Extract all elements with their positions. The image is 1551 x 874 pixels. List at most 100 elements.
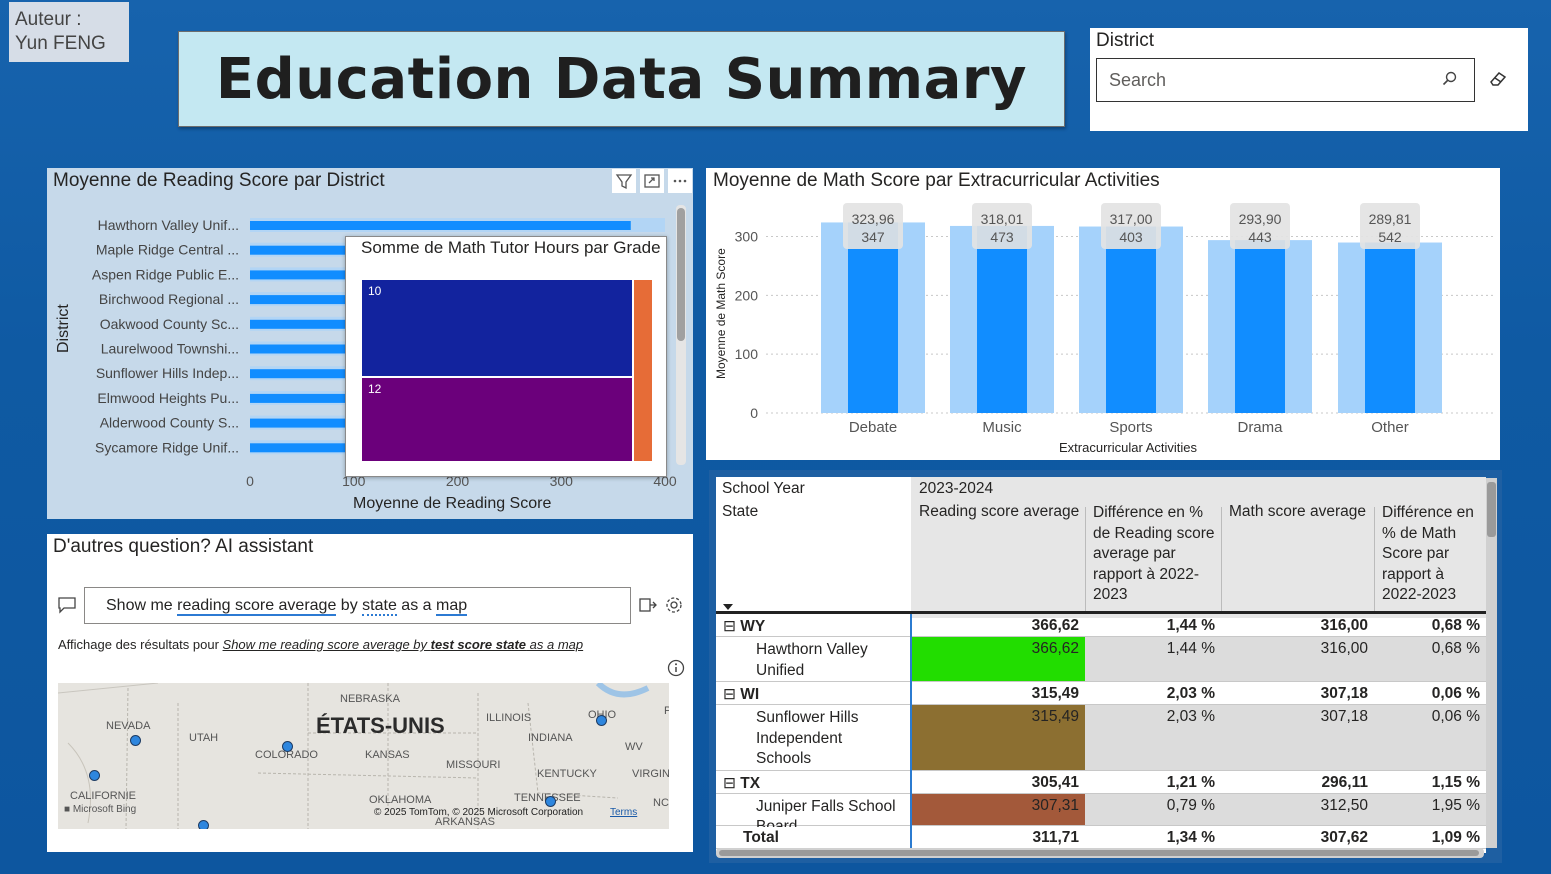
col-math-avg[interactable]: Math score average xyxy=(1229,503,1366,521)
value-cell: 307,31 xyxy=(1031,796,1079,814)
reading-chart-scroll-thumb[interactable] xyxy=(677,208,685,341)
reading-chart-scrollbar[interactable] xyxy=(676,205,686,465)
category-label: Aspen Ridge Public E... xyxy=(92,266,239,282)
y-tick-label: 300 xyxy=(735,229,759,245)
map-point[interactable] xyxy=(89,770,100,781)
data-label-secondary: 542 xyxy=(1378,229,1402,245)
reading-bar[interactable] xyxy=(250,221,631,230)
district-name: Hawthorn Valley Unified xyxy=(756,640,868,683)
value-cell: 1,44 % xyxy=(1166,640,1215,657)
value-cell: 0,79 % xyxy=(1166,796,1215,814)
math-bar[interactable] xyxy=(1235,240,1285,413)
treemap-tile-other[interactable] xyxy=(634,280,652,461)
map-point[interactable] xyxy=(282,741,293,752)
category-label: Sunflower Hills Indep... xyxy=(96,365,239,381)
collapse-toggle-icon[interactable]: ⊟ xyxy=(723,775,740,792)
map-label: CALIFORNIE xyxy=(70,790,137,802)
math-bar[interactable] xyxy=(1365,242,1415,413)
map-label: INDIANA xyxy=(528,732,573,744)
value-cell: 0,68 % xyxy=(1431,640,1480,657)
collapse-toggle-icon[interactable]: ⊟ xyxy=(723,618,740,635)
y-tick-label: 0 xyxy=(750,405,758,421)
map-label: VIRGIN xyxy=(632,768,669,780)
scroll-thumb[interactable] xyxy=(1487,482,1496,537)
value-cell: 315,49 xyxy=(1031,685,1079,702)
query-part: Show me xyxy=(106,597,178,614)
collapse-toggle-icon[interactable]: ⊟ xyxy=(723,686,740,703)
state-row[interactable]: ⊟ WY 366,62 1,44 % 316,00 0,68 % xyxy=(716,614,1486,637)
category-label: Debate xyxy=(849,419,897,436)
map-point[interactable] xyxy=(130,735,141,746)
col-line: Score par xyxy=(1382,545,1450,562)
qa-input[interactable]: Show me reading score average by state a… xyxy=(84,587,631,624)
us-map[interactable]: NEBRASKA NEVADA UTAH COLORADO KANSAS ILL… xyxy=(58,683,669,829)
value-cell: 316,00 xyxy=(1320,617,1368,634)
map-point[interactable] xyxy=(596,715,607,726)
district-name-line: Independent xyxy=(756,729,843,747)
math-bar[interactable] xyxy=(1106,226,1156,413)
map-point[interactable] xyxy=(545,796,556,807)
row-header-state: State xyxy=(722,503,759,520)
x-tick-label: 0 xyxy=(246,473,254,489)
map-label: WV xyxy=(625,741,643,753)
math-score-chart[interactable]: Moyenne de Math Score par Extracurricula… xyxy=(706,168,1500,460)
treemap-tile-12[interactable]: 12 xyxy=(362,378,632,461)
info-icon[interactable] xyxy=(667,659,685,677)
matrix-vertical-scrollbar[interactable] xyxy=(1486,478,1497,848)
map-point[interactable] xyxy=(198,820,209,829)
state-label: WI xyxy=(740,686,760,703)
category-label: Music xyxy=(982,419,1022,436)
col-math-diff[interactable]: Différence en % de Math Score par rappor… xyxy=(1382,503,1474,606)
district-name: Sunflower Hills Independent Schools xyxy=(756,708,859,772)
state-row[interactable]: ⊟ WI 315,49 2,03 % 307,18 0,06 % xyxy=(716,682,1486,705)
add-visual-icon[interactable] xyxy=(638,595,658,615)
value-cell: 2,03 % xyxy=(1166,685,1215,702)
district-row[interactable]: Juniper Falls School Board 307,31 0,79 % 312… xyxy=(716,793,1486,827)
category-label: Sports xyxy=(1109,419,1152,436)
value-cell: 316,00 xyxy=(1320,640,1368,657)
ai-results-text: Affichage des résultats pour Show me rea… xyxy=(58,637,583,652)
state-name: ⊟ WI xyxy=(723,685,759,704)
tooltip-title: Somme de Math Tutor Hours par Grade xyxy=(361,238,661,257)
value-cell: 1,95 % xyxy=(1431,796,1480,814)
map-terms-link[interactable]: Terms xyxy=(610,807,637,818)
treemap-tile-10[interactable]: 10 xyxy=(362,280,632,376)
data-label-secondary: 473 xyxy=(990,229,1014,245)
category-label: Elmwood Heights Pu... xyxy=(97,390,239,406)
y-tick-label: 200 xyxy=(735,287,759,303)
math-bar[interactable] xyxy=(977,225,1027,413)
eraser-icon[interactable] xyxy=(1488,68,1508,88)
results-query-link[interactable]: Show me reading score average by test sc… xyxy=(223,637,584,652)
map-label: MISSOURI xyxy=(446,759,501,771)
matrix-horizontal-scrollbar[interactable] xyxy=(716,848,1484,858)
col-reading-diff[interactable]: Différence en % de Reading score average… xyxy=(1093,503,1215,606)
year-header: 2023-2024 xyxy=(919,480,994,497)
state-name: ⊟ WY xyxy=(723,617,765,636)
bing-logo-text: Microsoft Bing xyxy=(72,804,137,815)
value-cell: 366,62 xyxy=(1031,640,1079,657)
matrix-grid[interactable]: School Year State 2023-2024 Reading scor… xyxy=(716,477,1486,853)
report-title-box: Education Data Summary xyxy=(178,31,1065,127)
district-row[interactable]: Hawthorn Valley Unified 366,62 1,44 % 316,00… xyxy=(716,637,1486,682)
district-row[interactable]: Sunflower Hills Independent Schools 315,49 2… xyxy=(716,705,1486,771)
col-line: rapport à xyxy=(1382,565,1445,583)
scroll-thumb[interactable] xyxy=(719,850,1479,856)
author-label: Auteur : Yun FENG xyxy=(9,2,129,62)
math-bar[interactable] xyxy=(848,222,898,413)
district-name-line: Juniper Falls School xyxy=(756,797,896,815)
y-tick-label: 100 xyxy=(735,346,759,362)
state-row[interactable]: ⊟ TX 305,41 1,21 % 296,11 1,15 % xyxy=(716,771,1486,794)
search-placeholder: Search xyxy=(1109,70,1167,90)
slicer-search-input[interactable]: Search xyxy=(1096,58,1475,102)
col-line: Différence en % xyxy=(1093,504,1203,521)
value-cell: 1,21 % xyxy=(1166,773,1215,791)
map-country-label: ÉTATS-UNIS xyxy=(316,713,445,738)
value-cell: 307,18 xyxy=(1320,685,1368,702)
total-row[interactable]: Total 311,71 1,34 % 307,62 1,09 % xyxy=(716,826,1486,849)
sort-desc-icon[interactable] xyxy=(723,604,733,611)
col-reading-avg[interactable]: Reading score average xyxy=(919,503,1079,521)
district-name: Juniper Falls School Board xyxy=(756,797,896,827)
data-label: 293,90 xyxy=(1239,211,1282,227)
value-cell: 1,44 % xyxy=(1166,617,1215,634)
gear-icon[interactable] xyxy=(664,595,684,615)
